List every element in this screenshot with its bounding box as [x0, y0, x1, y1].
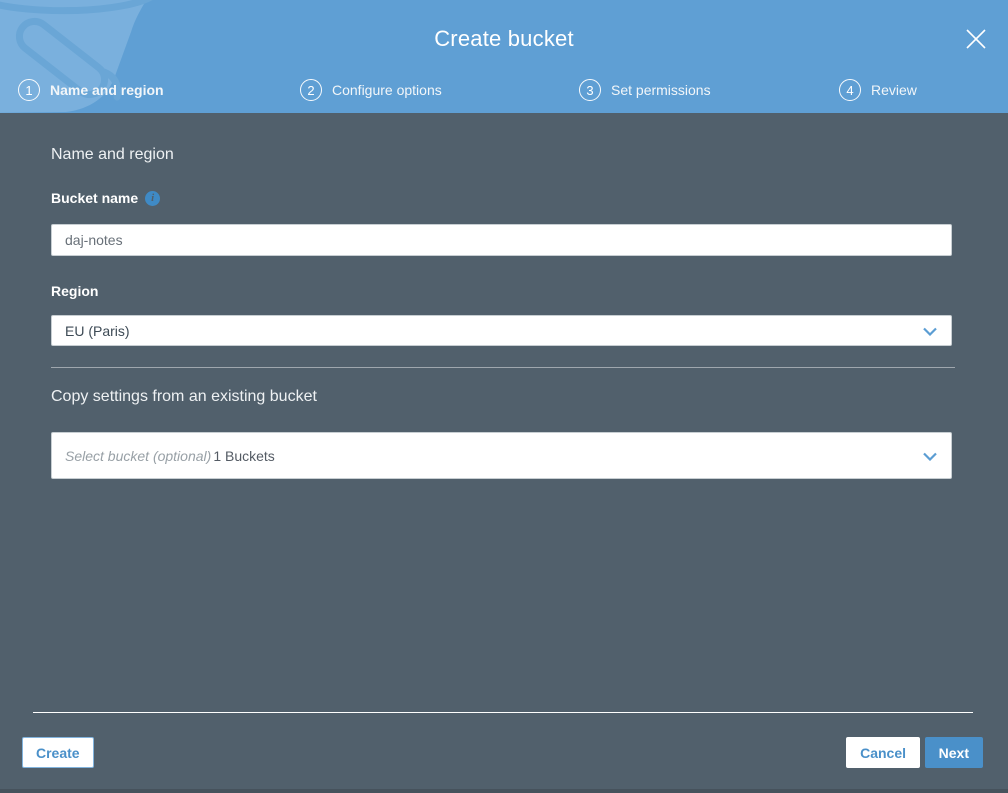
section-divider — [51, 367, 955, 368]
step-label: Configure options — [332, 82, 442, 98]
create-bucket-dialog: Create bucket 1 Name and region 2 Config… — [0, 0, 1008, 789]
dialog-title: Create bucket — [434, 26, 574, 51]
step-set-permissions[interactable]: 3 Set permissions — [579, 78, 711, 102]
bucket-select-placeholder: Select bucket (optional) — [65, 447, 212, 464]
region-label-text: Region — [51, 283, 99, 299]
section-heading-copy-settings: Copy settings from an existing bucket — [51, 388, 317, 405]
footer-divider — [33, 712, 973, 713]
step-label: Set permissions — [611, 82, 711, 98]
step-number-badge: 1 — [18, 79, 40, 101]
step-number-badge: 2 — [300, 79, 322, 101]
region-select[interactable]: EU (Paris) — [51, 315, 952, 346]
region-label: Region — [51, 283, 98, 299]
chevron-down-icon — [923, 448, 937, 464]
step-number-badge: 3 — [579, 79, 601, 101]
step-configure-options[interactable]: 2 Configure options — [300, 78, 442, 102]
close-icon[interactable] — [962, 25, 990, 53]
step-label: Name and region — [50, 82, 164, 98]
dialog-header: Create bucket 1 Name and region 2 Config… — [0, 0, 1008, 113]
bucket-name-label-text: Bucket name — [51, 190, 139, 206]
bucket-name-input[interactable] — [51, 224, 952, 256]
region-select-value: EU (Paris) — [65, 322, 130, 339]
bucket-name-label: Bucket name i — [51, 190, 161, 206]
step-name-and-region[interactable]: 1 Name and region — [18, 78, 164, 102]
step-label: Review — [871, 82, 917, 98]
cancel-button[interactable]: Cancel — [846, 737, 920, 768]
create-button[interactable]: Create — [22, 737, 94, 768]
copy-settings-bucket-select[interactable]: Select bucket (optional) 1 Buckets — [51, 432, 952, 479]
step-number-badge: 4 — [839, 79, 861, 101]
info-icon[interactable]: i — [145, 190, 161, 206]
section-heading-name-and-region: Name and region — [51, 146, 174, 163]
chevron-down-icon — [923, 323, 937, 339]
bucket-select-count: 1 Buckets — [213, 447, 275, 464]
next-button[interactable]: Next — [924, 737, 983, 768]
step-review[interactable]: 4 Review — [839, 78, 917, 102]
